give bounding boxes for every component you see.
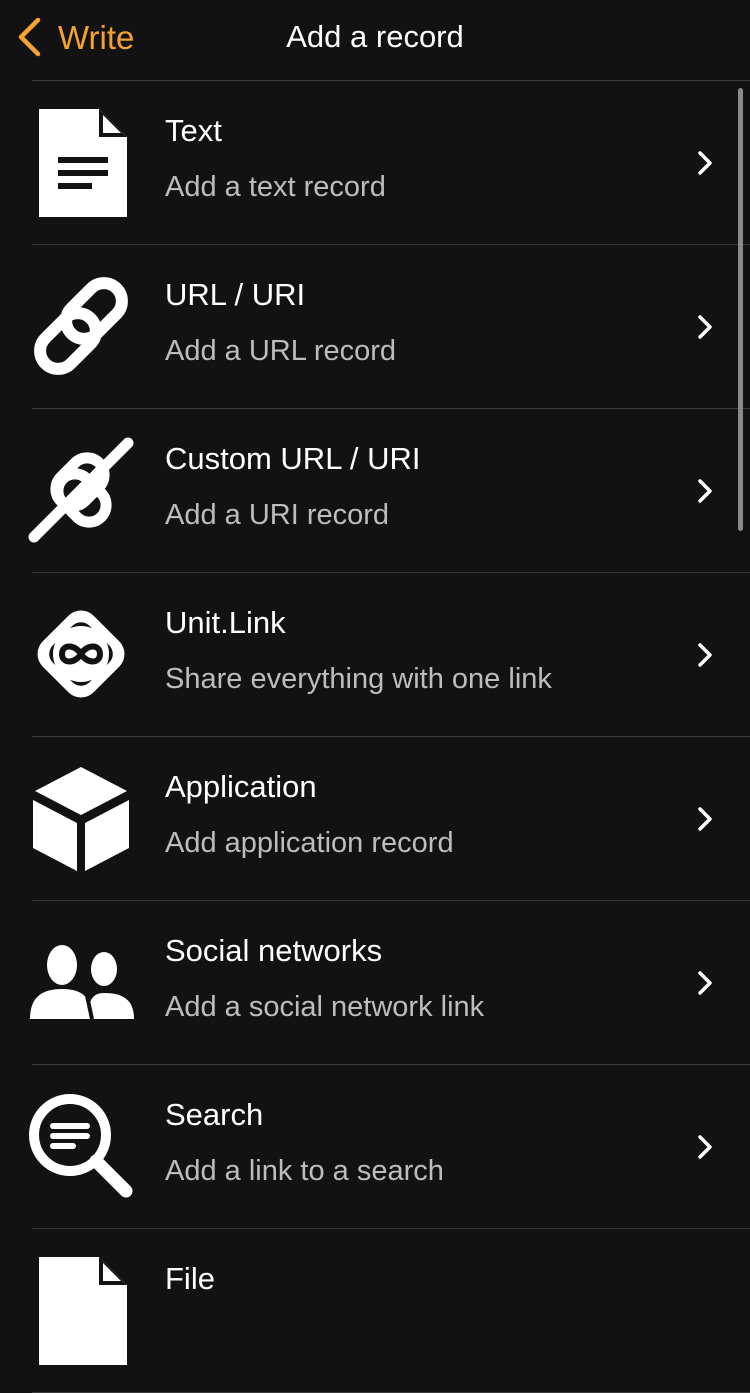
- chevron-right-icon: [698, 151, 712, 175]
- people-icon: [30, 945, 134, 1020]
- record-title: File: [165, 1261, 215, 1296]
- record-row-social[interactable]: Social networks Add a social network lin…: [30, 901, 750, 1065]
- chevron-right-icon: [698, 479, 712, 503]
- record-subtitle: Add a social network link: [165, 991, 485, 1023]
- record-row-file[interactable]: File: [32, 1229, 750, 1393]
- record-row-unitlink[interactable]: Unit.Link Share everything with one link: [32, 573, 750, 737]
- record-row-custom-url[interactable]: Custom URL / URI Add a URI record: [28, 409, 750, 573]
- record-subtitle: Add a text record: [165, 171, 386, 203]
- record-title: Social networks: [165, 933, 383, 968]
- search-icon: [29, 1094, 133, 1198]
- record-row-search[interactable]: Search Add a link to a search: [29, 1065, 750, 1229]
- link-icon: [34, 277, 128, 375]
- record-title: Application: [165, 769, 317, 804]
- record-subtitle: Add application record: [165, 827, 454, 859]
- document-text-icon: [39, 109, 127, 217]
- record-subtitle: Share everything with one link: [165, 663, 552, 695]
- navigation-bar: Write Add a record: [0, 0, 750, 80]
- record-type-list: Text Add a text record URL / URI Add a U…: [0, 81, 750, 1393]
- record-title: Search: [165, 1097, 264, 1132]
- page-title: Add a record: [286, 19, 464, 54]
- record-row-application[interactable]: Application Add application record: [32, 737, 750, 901]
- scrollbar[interactable]: [738, 88, 743, 531]
- record-title: Custom URL / URI: [165, 441, 421, 476]
- cube-icon: [33, 767, 129, 871]
- chevron-right-icon: [698, 807, 712, 831]
- chevron-right-icon: [698, 1135, 712, 1159]
- record-subtitle: Add a URL record: [165, 335, 397, 367]
- record-subtitle: Add a link to a search: [165, 1155, 444, 1187]
- chevron-right-icon: [698, 643, 712, 667]
- chevron-right-icon: [698, 971, 712, 995]
- record-title: Unit.Link: [165, 605, 286, 640]
- record-subtitle: Add a URI record: [165, 499, 390, 531]
- unitlink-icon: [37, 610, 125, 698]
- custom-link-icon: [28, 437, 134, 543]
- record-row-url[interactable]: URL / URI Add a URL record: [32, 245, 750, 409]
- record-title: URL / URI: [165, 277, 306, 312]
- file-icon: [39, 1257, 127, 1365]
- record-title: Text: [165, 113, 222, 148]
- record-row-text[interactable]: Text Add a text record: [32, 81, 750, 245]
- chevron-right-icon: [698, 315, 712, 339]
